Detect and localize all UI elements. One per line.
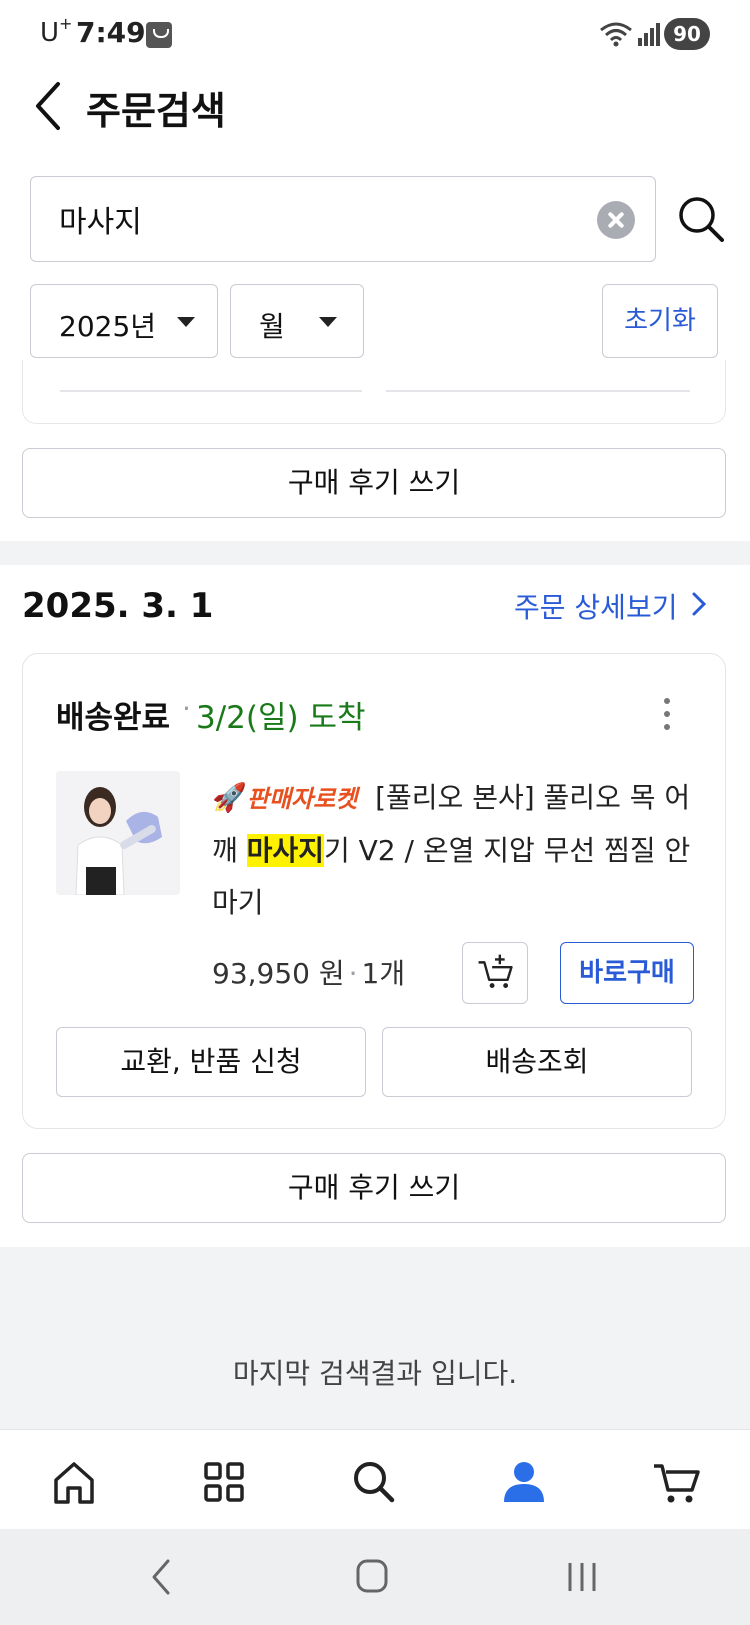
system-recents-icon[interactable]	[552, 1549, 612, 1605]
previous-card-button-edge	[386, 390, 690, 392]
shopping-bag-notification-icon	[146, 22, 172, 48]
carrier-text: U	[40, 18, 60, 48]
results-footer	[0, 1247, 750, 1429]
search-button[interactable]	[676, 194, 726, 244]
search-highlight: 마사지	[246, 834, 324, 867]
add-to-cart-button[interactable]	[462, 942, 528, 1004]
order-date: 2025. 3. 1	[22, 586, 214, 626]
order-detail-link[interactable]: 주문 상세보기	[514, 586, 707, 626]
battery-indicator: 90	[664, 18, 710, 50]
cart-icon[interactable]	[646, 1452, 706, 1512]
back-button[interactable]	[28, 78, 68, 134]
wifi-icon	[600, 22, 632, 47]
system-navigation-bar	[0, 1529, 750, 1625]
month-select-label: 월	[259, 310, 285, 343]
delivery-tracking-button[interactable]: 배송조회	[382, 1027, 692, 1097]
search-box	[30, 176, 656, 262]
status-bar: U+ 7:49 90	[0, 0, 750, 70]
search-input[interactable]	[59, 195, 559, 243]
more-dot	[664, 711, 670, 717]
carrier-label: U+	[40, 14, 72, 48]
more-dot	[664, 724, 670, 730]
product-price: 93,950 원	[212, 957, 345, 990]
separator-dot: ·	[182, 692, 191, 725]
product-quantity: 1개	[361, 957, 406, 990]
buy-now-button[interactable]: 바로구매	[560, 942, 694, 1004]
chevron-right-icon	[692, 592, 707, 616]
previous-order-card	[22, 360, 726, 424]
home-icon[interactable]	[44, 1452, 104, 1512]
section-divider	[0, 541, 750, 565]
system-home-icon[interactable]	[342, 1549, 402, 1605]
product-image[interactable]	[56, 771, 180, 895]
delivery-status: 배송완료	[56, 700, 171, 736]
search-icon[interactable]	[344, 1452, 404, 1512]
status-time: 7:49	[76, 16, 146, 49]
caret-down-icon	[177, 317, 195, 327]
more-dot	[664, 698, 670, 704]
product-title[interactable]: 🚀판매자로켓 [풀리오 본사] 풀리오 목 어깨 마사지기 V2 / 온열 지압…	[212, 772, 698, 929]
order-detail-label: 주문 상세보기	[514, 591, 678, 624]
system-back-icon[interactable]	[132, 1549, 192, 1605]
clear-search-button[interactable]	[597, 201, 635, 239]
rocket-icon: 🚀	[212, 781, 247, 814]
year-select[interactable]: 2025년	[30, 284, 218, 358]
carrier-sup: +	[59, 14, 73, 33]
write-review-button[interactable]: 구매 후기 쓰기	[22, 1153, 726, 1223]
bottom-navigation	[0, 1429, 750, 1529]
end-of-results-message: 마지막 검색결과 입니다.	[232, 1357, 518, 1390]
exchange-return-button[interactable]: 교환, 반품 신청	[56, 1027, 366, 1097]
arrival-date: 3/2(일) 도착	[196, 700, 366, 736]
page-title: 주문검색	[86, 89, 226, 133]
seller-rocket-badge: 판매자로켓	[246, 785, 358, 813]
reset-button[interactable]: 초기화	[602, 284, 718, 358]
category-grid-icon[interactable]	[194, 1452, 254, 1512]
price-quantity: 93,950 원 · 1개	[212, 952, 405, 992]
previous-card-button-edge	[60, 390, 362, 392]
year-select-label: 2025년	[59, 310, 157, 343]
more-options-button[interactable]	[654, 694, 680, 734]
caret-down-icon	[319, 317, 337, 327]
my-page-person-icon[interactable]	[494, 1452, 554, 1512]
separator-dot: ·	[348, 957, 358, 990]
signal-icon	[638, 23, 660, 46]
month-select[interactable]: 월	[230, 284, 364, 358]
write-review-button[interactable]: 구매 후기 쓰기	[22, 448, 726, 518]
